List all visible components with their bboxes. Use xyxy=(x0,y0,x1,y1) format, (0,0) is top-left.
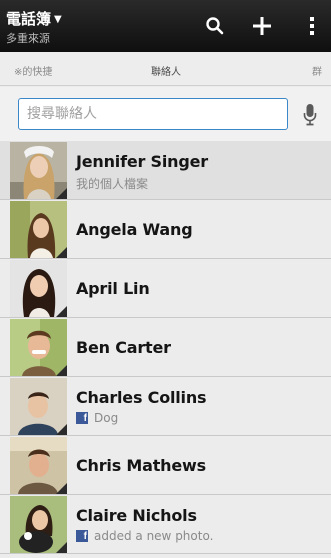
avatar[interactable] xyxy=(10,378,67,435)
avatar[interactable] xyxy=(10,201,67,258)
avatar[interactable] xyxy=(10,260,67,317)
contact-name: Jennifer Singer xyxy=(76,152,208,171)
contact-name: Angela Wang xyxy=(76,220,193,239)
overflow-menu-icon xyxy=(310,17,314,35)
contact-detail: 我的個人檔案 xyxy=(76,177,149,191)
add-contact-button[interactable] xyxy=(240,0,284,52)
contact-row[interactable]: Claire Nichols f added a new photo. xyxy=(0,495,331,554)
action-bar: 電話簿 ▼ 多重來源 xyxy=(0,0,331,52)
overflow-menu-button[interactable] xyxy=(290,0,331,52)
avatar[interactable] xyxy=(10,142,67,199)
search-input[interactable]: 搜尋聯絡人 xyxy=(18,98,288,130)
tab-bar: ※的快捷 聯絡人 群 xyxy=(0,52,331,86)
app-title-dropdown[interactable]: 電話簿 ▼ xyxy=(6,8,62,29)
contact-row[interactable]: Jennifer Singer 我的個人檔案 xyxy=(0,141,331,200)
contact-detail: f Dog xyxy=(76,411,118,425)
contact-row[interactable]: Chris Mathews xyxy=(0,436,331,495)
contact-name: Ben Carter xyxy=(76,338,171,357)
contact-name: Claire Nichols xyxy=(76,506,197,525)
facebook-icon: f xyxy=(76,530,88,542)
contact-detail: f added a new photo. xyxy=(76,529,213,543)
avatar[interactable] xyxy=(10,319,67,376)
search-icon xyxy=(206,17,224,35)
facebook-icon: f xyxy=(76,412,88,424)
contact-name: Charles Collins xyxy=(76,388,207,407)
app-subtitle: 多重來源 xyxy=(6,32,50,45)
tab-contacts[interactable]: 聯絡人 xyxy=(151,63,181,78)
contact-row[interactable]: Ben Carter xyxy=(0,318,331,377)
add-icon xyxy=(253,17,271,35)
contact-name: April Lin xyxy=(76,279,150,298)
avatar[interactable] xyxy=(10,437,67,494)
search-button[interactable] xyxy=(193,0,237,52)
contact-row[interactable]: Charles Collins f Dog xyxy=(0,377,331,436)
microphone-icon xyxy=(303,104,317,126)
contact-row[interactable]: April Lin xyxy=(0,259,331,318)
contact-name: Chris Mathews xyxy=(76,456,206,475)
dropdown-caret-icon: ▼ xyxy=(54,14,62,25)
contact-list: Jennifer Singer 我的個人檔案 Angela Wang April… xyxy=(0,141,331,554)
contact-row[interactable]: Angela Wang xyxy=(0,200,331,259)
tab-favorites[interactable]: ※的快捷 xyxy=(14,63,52,78)
app-title: 電話簿 xyxy=(6,10,52,28)
voice-search-button[interactable] xyxy=(300,100,320,130)
tab-groups[interactable]: 群 xyxy=(312,63,322,78)
avatar[interactable] xyxy=(10,496,67,553)
